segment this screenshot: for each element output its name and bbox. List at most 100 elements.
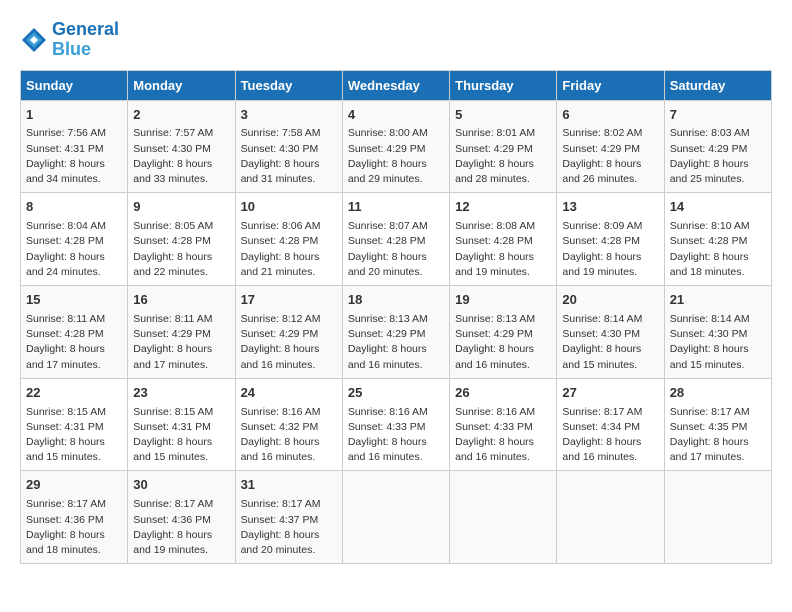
calendar-header-row: SundayMondayTuesdayWednesdayThursdayFrid… xyxy=(21,70,772,100)
day-info: Sunrise: 8:02 AM Sunset: 4:29 PM Dayligh… xyxy=(562,126,658,187)
day-info: Sunrise: 8:00 AM Sunset: 4:29 PM Dayligh… xyxy=(348,126,444,187)
calendar-cell: 1Sunrise: 7:56 AM Sunset: 4:31 PM Daylig… xyxy=(21,100,128,193)
calendar-cell: 26 Sunrise: 8:16 AM Sunset: 4:33 PM Dayli… xyxy=(450,378,557,471)
day-info: Sunrise: 8:08 AM Sunset: 4:28 PM Dayligh… xyxy=(455,219,551,280)
calendar-cell: 24 Sunrise: 8:16 AM Sunset: 4:32 PM Dayli… xyxy=(235,378,342,471)
calendar-cell: 22Sunrise: 8:15 AM Sunset: 4:31 PM Dayli… xyxy=(21,378,128,471)
header-sunday: Sunday xyxy=(21,70,128,100)
day-number: 21 xyxy=(670,291,766,310)
header-tuesday: Tuesday xyxy=(235,70,342,100)
day-number: 27 xyxy=(562,384,658,403)
day-number: 22 xyxy=(26,384,122,403)
day-number: 7 xyxy=(670,106,766,125)
logo: General Blue xyxy=(20,20,119,60)
day-info: Sunrise: 8:11 AM Sunset: 4:28 PM Dayligh… xyxy=(26,312,122,373)
day-number: 9 xyxy=(133,198,229,217)
day-number: 12 xyxy=(455,198,551,217)
calendar-cell: 3Sunrise: 7:58 AM Sunset: 4:30 PM Daylig… xyxy=(235,100,342,193)
calendar-cell: 27 Sunrise: 8:17 AM Sunset: 4:34 PM Dayli… xyxy=(557,378,664,471)
day-info: Sunrise: 8:01 AM Sunset: 4:29 PM Dayligh… xyxy=(455,126,551,187)
calendar-week-row: 29 Sunrise: 8:17 AM Sunset: 4:36 PM Dayli… xyxy=(21,471,772,564)
day-info: Sunrise: 8:03 AM Sunset: 4:29 PM Dayligh… xyxy=(670,126,766,187)
day-number: 30 xyxy=(133,476,229,495)
calendar-cell: 18Sunrise: 8:13 AM Sunset: 4:29 PM Dayli… xyxy=(342,286,449,379)
day-info: Sunrise: 8:10 AM Sunset: 4:28 PM Dayligh… xyxy=(670,219,766,280)
day-info: Sunrise: 8:16 AM Sunset: 4:32 PM Dayligh… xyxy=(241,405,337,466)
calendar-cell: 2Sunrise: 7:57 AM Sunset: 4:30 PM Daylig… xyxy=(128,100,235,193)
day-info: Sunrise: 8:17 AM Sunset: 4:34 PM Dayligh… xyxy=(562,405,658,466)
day-number: 20 xyxy=(562,291,658,310)
calendar-week-row: 1Sunrise: 7:56 AM Sunset: 4:31 PM Daylig… xyxy=(21,100,772,193)
day-info: Sunrise: 8:13 AM Sunset: 4:29 PM Dayligh… xyxy=(455,312,551,373)
day-info: Sunrise: 8:11 AM Sunset: 4:29 PM Dayligh… xyxy=(133,312,229,373)
calendar-week-row: 22 Sunrise: 8:15 AM Sunset: 4:31 PM Dayli… xyxy=(21,378,772,471)
day-info: Sunrise: 7:57 AM Sunset: 4:30 PM Dayligh… xyxy=(133,126,229,187)
page-header: General Blue xyxy=(20,20,772,60)
day-info: Sunrise: 8:14 AM Sunset: 4:30 PM Dayligh… xyxy=(562,312,658,373)
calendar-table: SundayMondayTuesdayWednesdayThursdayFrid… xyxy=(20,70,772,565)
day-number: 14 xyxy=(670,198,766,217)
calendar-cell xyxy=(342,471,449,564)
day-info: Sunrise: 8:17 AM Sunset: 4:36 PM Dayligh… xyxy=(133,497,229,558)
day-number: 5 xyxy=(455,106,551,125)
calendar-cell: 5Sunrise: 8:01 AM Sunset: 4:29 PM Daylig… xyxy=(450,100,557,193)
day-number: 1 xyxy=(26,106,122,125)
day-info: Sunrise: 8:17 AM Sunset: 4:36 PM Dayligh… xyxy=(26,497,122,558)
calendar-cell: 15Sunrise: 8:11 AM Sunset: 4:28 PM Dayli… xyxy=(21,286,128,379)
day-number: 2 xyxy=(133,106,229,125)
day-info: Sunrise: 8:07 AM Sunset: 4:28 PM Dayligh… xyxy=(348,219,444,280)
day-number: 24 xyxy=(241,384,337,403)
calendar-cell: 25 Sunrise: 8:16 AM Sunset: 4:33 PM Dayli… xyxy=(342,378,449,471)
calendar-cell xyxy=(664,471,771,564)
day-number: 17 xyxy=(241,291,337,310)
calendar-cell: 10 Sunrise: 8:06 AM Sunset: 4:28 PM Dayli… xyxy=(235,193,342,286)
day-info: Sunrise: 8:04 AM Sunset: 4:28 PM Dayligh… xyxy=(26,219,122,280)
header-wednesday: Wednesday xyxy=(342,70,449,100)
calendar-cell: 7Sunrise: 8:03 AM Sunset: 4:29 PM Daylig… xyxy=(664,100,771,193)
calendar-cell: 11Sunrise: 8:07 AM Sunset: 4:28 PM Dayli… xyxy=(342,193,449,286)
day-number: 25 xyxy=(348,384,444,403)
day-number: 19 xyxy=(455,291,551,310)
day-info: Sunrise: 8:12 AM Sunset: 4:29 PM Dayligh… xyxy=(241,312,337,373)
calendar-cell xyxy=(557,471,664,564)
day-number: 28 xyxy=(670,384,766,403)
header-saturday: Saturday xyxy=(664,70,771,100)
day-number: 23 xyxy=(133,384,229,403)
day-info: Sunrise: 8:05 AM Sunset: 4:28 PM Dayligh… xyxy=(133,219,229,280)
calendar-cell: 28 Sunrise: 8:17 AM Sunset: 4:35 PM Dayli… xyxy=(664,378,771,471)
day-number: 29 xyxy=(26,476,122,495)
header-friday: Friday xyxy=(557,70,664,100)
logo-icon xyxy=(20,26,48,54)
day-info: Sunrise: 8:15 AM Sunset: 4:31 PM Dayligh… xyxy=(133,405,229,466)
calendar-cell: 9 Sunrise: 8:05 AM Sunset: 4:28 PM Daylig… xyxy=(128,193,235,286)
day-info: Sunrise: 8:16 AM Sunset: 4:33 PM Dayligh… xyxy=(348,405,444,466)
day-info: Sunrise: 8:14 AM Sunset: 4:30 PM Dayligh… xyxy=(670,312,766,373)
calendar-cell: 4Sunrise: 8:00 AM Sunset: 4:29 PM Daylig… xyxy=(342,100,449,193)
day-number: 26 xyxy=(455,384,551,403)
calendar-cell: 13 Sunrise: 8:09 AM Sunset: 4:28 PM Dayli… xyxy=(557,193,664,286)
calendar-cell: 12 Sunrise: 8:08 AM Sunset: 4:28 PM Dayli… xyxy=(450,193,557,286)
day-number: 6 xyxy=(562,106,658,125)
calendar-week-row: 8 Sunrise: 8:04 AM Sunset: 4:28 PM Daylig… xyxy=(21,193,772,286)
calendar-cell: 20 Sunrise: 8:14 AM Sunset: 4:30 PM Dayli… xyxy=(557,286,664,379)
day-info: Sunrise: 8:16 AM Sunset: 4:33 PM Dayligh… xyxy=(455,405,551,466)
day-number: 3 xyxy=(241,106,337,125)
calendar-cell: 17 Sunrise: 8:12 AM Sunset: 4:29 PM Dayli… xyxy=(235,286,342,379)
calendar-cell: 19 Sunrise: 8:13 AM Sunset: 4:29 PM Dayli… xyxy=(450,286,557,379)
day-number: 8 xyxy=(26,198,122,217)
day-number: 10 xyxy=(241,198,337,217)
day-number: 16 xyxy=(133,291,229,310)
calendar-cell: 21 Sunrise: 8:14 AM Sunset: 4:30 PM Dayli… xyxy=(664,286,771,379)
calendar-cell: 14 Sunrise: 8:10 AM Sunset: 4:28 PM Dayli… xyxy=(664,193,771,286)
day-info: Sunrise: 8:09 AM Sunset: 4:28 PM Dayligh… xyxy=(562,219,658,280)
calendar-week-row: 15Sunrise: 8:11 AM Sunset: 4:28 PM Dayli… xyxy=(21,286,772,379)
calendar-cell: 30 Sunrise: 8:17 AM Sunset: 4:36 PM Dayli… xyxy=(128,471,235,564)
day-info: Sunrise: 8:06 AM Sunset: 4:28 PM Dayligh… xyxy=(241,219,337,280)
calendar-cell: 31 Sunrise: 8:17 AM Sunset: 4:37 PM Dayli… xyxy=(235,471,342,564)
day-number: 31 xyxy=(241,476,337,495)
day-info: Sunrise: 7:58 AM Sunset: 4:30 PM Dayligh… xyxy=(241,126,337,187)
day-info: Sunrise: 8:17 AM Sunset: 4:37 PM Dayligh… xyxy=(241,497,337,558)
day-info: Sunrise: 8:17 AM Sunset: 4:35 PM Dayligh… xyxy=(670,405,766,466)
day-number: 13 xyxy=(562,198,658,217)
day-number: 4 xyxy=(348,106,444,125)
